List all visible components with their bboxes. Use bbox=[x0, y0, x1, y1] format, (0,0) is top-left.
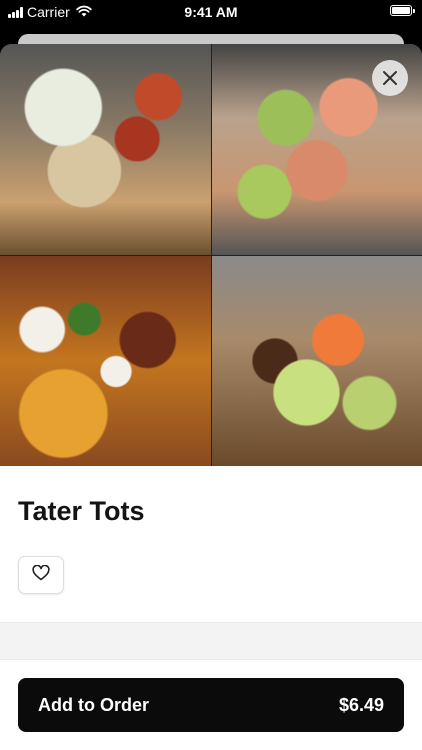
item-photo bbox=[0, 255, 211, 466]
close-icon bbox=[382, 70, 398, 86]
section-divider bbox=[0, 622, 422, 660]
item-title: Tater Tots bbox=[18, 496, 145, 526]
status-bar: Carrier 9:41 AM bbox=[0, 0, 422, 24]
item-photo bbox=[0, 44, 211, 255]
item-price: $6.49 bbox=[338, 694, 384, 715]
item-detail-sheet: Tater Tots Add to Order $6.49 bbox=[0, 44, 422, 750]
item-photo bbox=[211, 255, 422, 466]
item-photo-grid bbox=[0, 44, 422, 466]
status-time: 9:41 AM bbox=[184, 4, 238, 20]
heart-icon bbox=[32, 564, 50, 586]
add-to-order-label: Add to Order bbox=[38, 694, 149, 715]
battery-icon bbox=[390, 5, 415, 16]
add-to-order-button[interactable]: Add to Order $6.49 bbox=[18, 678, 404, 732]
favorite-button[interactable] bbox=[18, 556, 64, 594]
close-button[interactable] bbox=[372, 60, 408, 96]
